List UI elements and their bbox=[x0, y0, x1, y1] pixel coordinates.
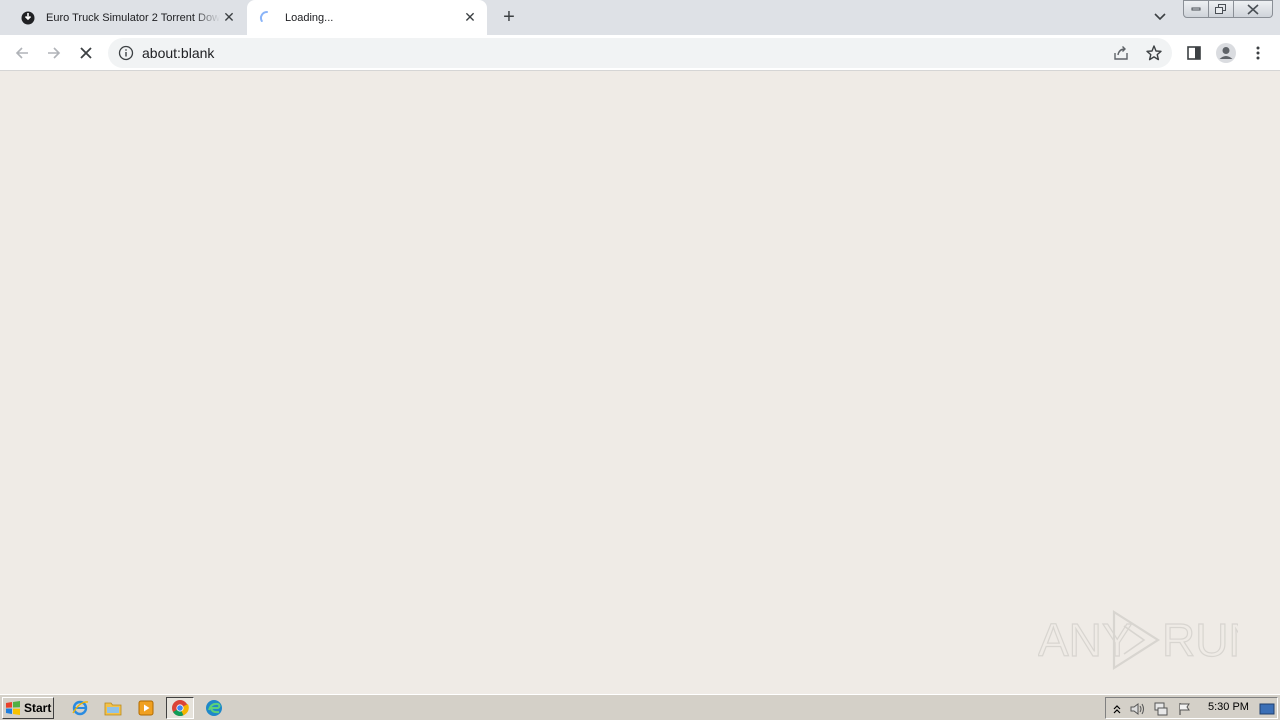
torrent-site-icon bbox=[20, 10, 36, 26]
start-label: Start bbox=[24, 701, 52, 715]
tab-title: Euro Truck Simulator 2 Torrent Download bbox=[46, 11, 220, 24]
taskbar: Start 5:30 PM bbox=[0, 694, 1280, 720]
edge-icon[interactable] bbox=[200, 697, 228, 719]
internet-explorer-icon[interactable] bbox=[66, 697, 94, 719]
kebab-menu-icon[interactable] bbox=[1245, 40, 1271, 66]
network-icon[interactable] bbox=[1152, 700, 1170, 718]
svg-text:RUN: RUN bbox=[1162, 614, 1238, 666]
share-icon[interactable] bbox=[1112, 44, 1130, 62]
info-icon[interactable] bbox=[118, 45, 134, 61]
stop-loading-icon[interactable] bbox=[73, 40, 99, 66]
back-arrow-icon[interactable] bbox=[9, 40, 35, 66]
action-center-flag-icon[interactable] bbox=[1176, 700, 1194, 718]
close-tab-icon[interactable]: ✕ bbox=[220, 9, 238, 27]
watermark-logo: ANY RUN bbox=[1038, 608, 1238, 672]
tab-title: Loading... bbox=[285, 11, 334, 24]
close-tab-icon[interactable]: ✕ bbox=[461, 9, 479, 27]
media-player-icon[interactable] bbox=[132, 697, 160, 719]
address-bar[interactable]: about:blank bbox=[108, 38, 1172, 68]
file-explorer-icon[interactable] bbox=[99, 697, 127, 719]
tab-euro-truck[interactable]: Euro Truck Simulator 2 Torrent Download … bbox=[8, 0, 246, 35]
chrome-icon[interactable] bbox=[166, 697, 194, 719]
show-hidden-icons-icon[interactable] bbox=[1108, 700, 1126, 718]
svg-text:ANY: ANY bbox=[1038, 614, 1133, 666]
side-panel-icon[interactable] bbox=[1181, 40, 1207, 66]
system-tray: 5:30 PM bbox=[1105, 697, 1278, 719]
url-text[interactable]: about:blank bbox=[142, 45, 214, 61]
new-tab-button[interactable]: + bbox=[497, 5, 521, 29]
page-content bbox=[0, 72, 1280, 694]
forward-arrow-icon[interactable] bbox=[41, 40, 67, 66]
volume-icon[interactable] bbox=[1128, 700, 1146, 718]
clock[interactable]: 5:30 PM bbox=[1208, 701, 1249, 713]
close-window-button[interactable] bbox=[1233, 0, 1273, 18]
browser-toolbar: about:blank bbox=[0, 35, 1280, 71]
restore-button[interactable] bbox=[1208, 0, 1234, 18]
tab-strip: Euro Truck Simulator 2 Torrent Download … bbox=[0, 0, 1280, 35]
profile-icon[interactable] bbox=[1213, 40, 1239, 66]
minimize-button[interactable] bbox=[1183, 0, 1209, 18]
tab-search-chevron-icon[interactable] bbox=[1150, 8, 1170, 26]
star-icon[interactable] bbox=[1145, 44, 1163, 62]
start-button[interactable]: Start bbox=[2, 697, 54, 719]
windows-logo-icon bbox=[5, 700, 21, 716]
loading-spinner-icon bbox=[259, 10, 275, 26]
show-desktop-icon[interactable] bbox=[1258, 700, 1276, 718]
tab-loading[interactable]: Loading... ✕ bbox=[247, 0, 487, 35]
